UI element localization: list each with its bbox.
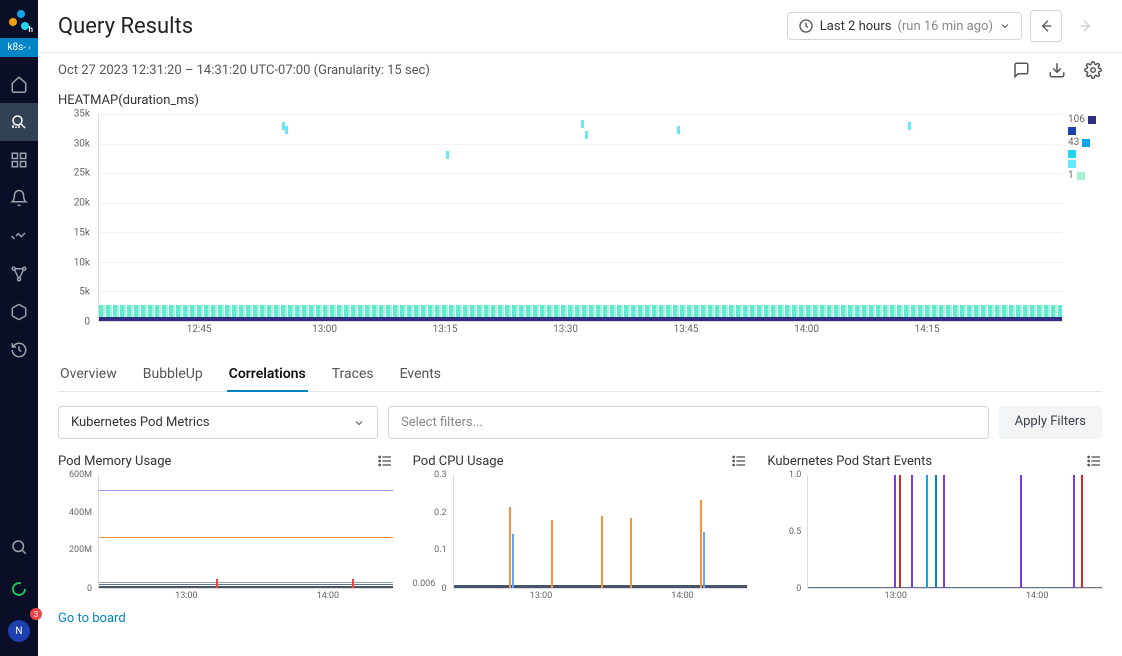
- env-label: k8s-: [7, 42, 26, 53]
- download-icon[interactable]: [1048, 61, 1066, 79]
- notif-count: 3: [30, 608, 42, 620]
- heatmap-y-axis: 35k 30k 25k 20k 15k 10k 5k 0: [58, 114, 94, 322]
- chevron-down-icon: [353, 417, 365, 429]
- nav-back-button[interactable]: [1030, 10, 1062, 42]
- nav-notifications[interactable]: N 3: [0, 612, 38, 650]
- nav-datasets[interactable]: [0, 293, 38, 331]
- filters-row: Kubernetes Pod Metrics Select filters...…: [58, 406, 1102, 439]
- settings-icon[interactable]: [1084, 61, 1102, 79]
- time-range-meta: (run 16 min ago): [897, 19, 993, 34]
- filters-input[interactable]: Select filters...: [388, 406, 989, 439]
- chart-menu-events[interactable]: [1086, 453, 1102, 469]
- page-title: Query Results: [58, 14, 193, 39]
- chevron-right-icon: ›: [28, 43, 30, 52]
- avatar[interactable]: N: [8, 620, 30, 642]
- tab-events[interactable]: Events: [398, 358, 443, 392]
- subheader: Oct 27 2023 12:31:20 – 14:31:20 UTC-07:0…: [38, 53, 1122, 87]
- nav-search[interactable]: [0, 528, 38, 566]
- chevron-down-icon: [999, 20, 1011, 32]
- chart-plot-cpu[interactable]: 0.3 0.2 0.1 0 0.006: [413, 475, 748, 605]
- heatmap-x-axis: 12:45 13:00 13:15 13:30 13:45 14:00 14:1…: [98, 322, 1062, 340]
- legend-mid: 43: [1068, 137, 1079, 148]
- avatar-initial: N: [15, 626, 22, 637]
- comment-icon[interactable]: [1012, 61, 1030, 79]
- nav-slos[interactable]: [0, 217, 38, 255]
- chart-plot-events[interactable]: 1.0 0.5 0: [767, 475, 1102, 605]
- nav-service-map[interactable]: [0, 255, 38, 293]
- logo[interactable]: h: [5, 6, 33, 34]
- tab-correlations[interactable]: Correlations: [227, 358, 308, 392]
- heatmap-title: HEATMAP(duration_ms): [58, 93, 1102, 108]
- nav-query[interactable]: [0, 103, 38, 141]
- nav-usage[interactable]: [0, 570, 38, 608]
- metrics-select-value: Kubernetes Pod Metrics: [71, 415, 210, 430]
- time-range-picker[interactable]: Last 2 hours (run 16 min ago): [787, 12, 1022, 40]
- tab-traces[interactable]: Traces: [330, 358, 376, 392]
- chart-pod-memory: Pod Memory Usage 600M 400M 200M 0: [58, 453, 393, 626]
- timestamp-label: Oct 27 2023 12:31:20 – 14:31:20 UTC-07:0…: [58, 63, 430, 78]
- sidebar: h k8s- ›: [0, 0, 38, 656]
- header: Query Results Last 2 hours (run 16 min a…: [38, 0, 1122, 53]
- nav-boards[interactable]: [0, 141, 38, 179]
- nav-alerts[interactable]: [0, 179, 38, 217]
- chart-title-cpu: Pod CPU Usage: [413, 454, 504, 469]
- legend-min: 1: [1068, 170, 1074, 181]
- heatmap-legend: 106 43 1: [1062, 114, 1102, 340]
- tabs: Overview BubbleUp Correlations Traces Ev…: [58, 358, 1102, 392]
- chart-title-memory: Pod Memory Usage: [58, 454, 171, 469]
- chart-menu-cpu[interactable]: [731, 453, 747, 469]
- chart-title-events: Kubernetes Pod Start Events: [767, 454, 932, 469]
- time-range-label: Last 2 hours: [820, 19, 892, 34]
- metrics-select[interactable]: Kubernetes Pod Metrics: [58, 406, 378, 439]
- tab-bubbleup[interactable]: BubbleUp: [141, 358, 205, 392]
- chart-pod-cpu: Pod CPU Usage 0.3 0.2 0.1 0 0.006: [413, 453, 748, 626]
- chart-menu-memory[interactable]: [377, 453, 393, 469]
- nav-home[interactable]: [0, 65, 38, 103]
- cpu-annotation: 0.006: [413, 579, 436, 589]
- chart-plot-memory[interactable]: 600M 400M 200M 0: [58, 475, 393, 605]
- env-selector[interactable]: k8s- ›: [0, 38, 38, 57]
- legend-max: 106: [1068, 114, 1085, 125]
- heatmap-plot-area: [98, 114, 1062, 322]
- chart-pod-events: Kubernetes Pod Start Events 1.0 0.5 0: [767, 453, 1102, 626]
- nav-forward-button: [1070, 10, 1102, 42]
- tab-overview[interactable]: Overview: [58, 358, 119, 392]
- clock-icon: [798, 18, 814, 34]
- nav-history[interactable]: [0, 331, 38, 369]
- apply-filters-button[interactable]: Apply Filters: [999, 406, 1102, 439]
- go-to-board-link[interactable]: Go to board: [58, 611, 126, 626]
- heatmap-chart[interactable]: 35k 30k 25k 20k 15k 10k 5k 0: [58, 114, 1062, 340]
